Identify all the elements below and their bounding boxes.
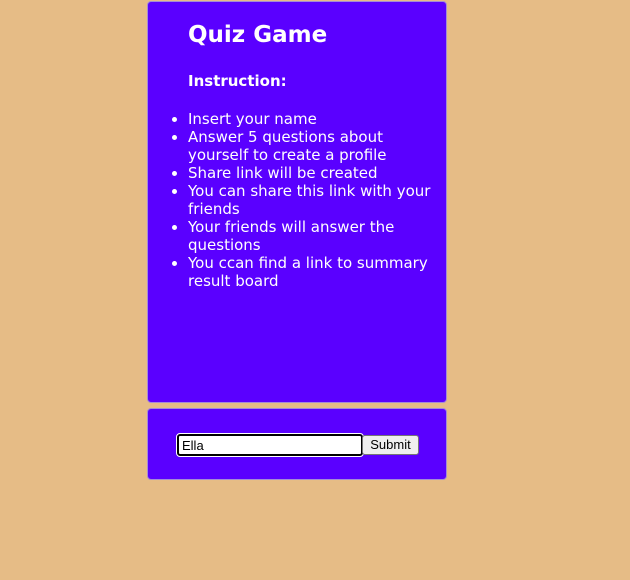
submit-button[interactable]: Submit <box>362 435 419 455</box>
instruction-item: You ccan find a link to summary result b… <box>188 254 444 290</box>
instruction-item: Your friends will answer the questions <box>188 218 444 254</box>
instruction-item: Answer 5 questions about yourself to cre… <box>188 128 444 164</box>
instruction-item: Insert your name <box>188 110 444 128</box>
instruction-item: You can share this link with your friend… <box>188 182 444 218</box>
instructions-list: Insert your name Answer 5 questions abou… <box>188 110 444 290</box>
name-form-card: Submit <box>147 408 447 480</box>
page-title: Quiz Game <box>188 22 328 48</box>
instructions-card: Quiz Game Instruction: Insert your name … <box>147 1 447 403</box>
instructions-heading: Instruction: <box>188 72 287 90</box>
instruction-item: Share link will be created <box>188 164 444 182</box>
name-input[interactable] <box>176 433 364 457</box>
